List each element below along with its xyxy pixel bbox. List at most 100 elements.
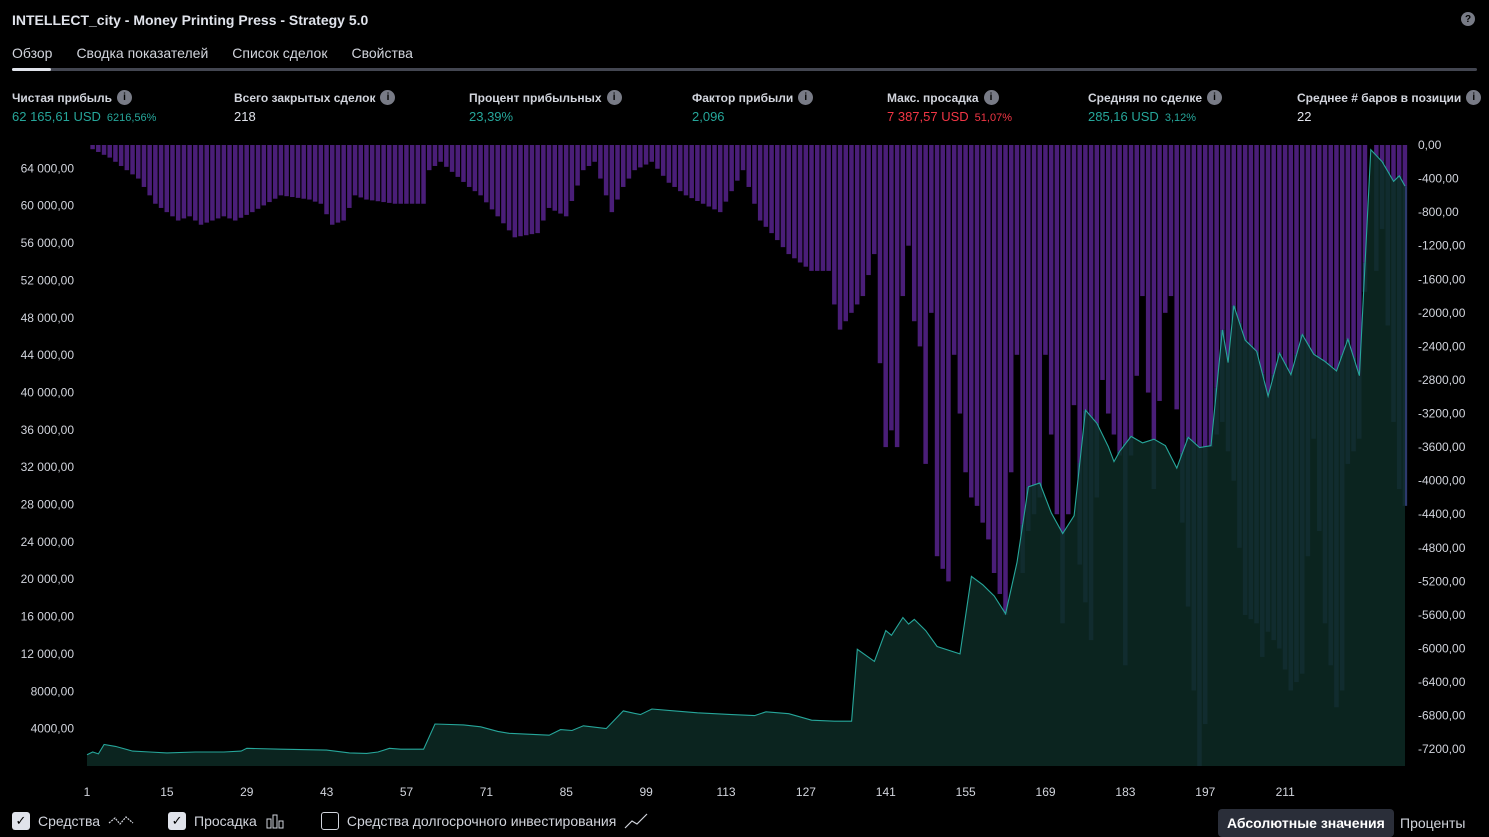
drawdown-bar (900, 145, 906, 297)
metric-sub-value: 3,12% (1164, 112, 1197, 124)
drawdown-bar (1185, 145, 1191, 438)
drawdown-bar (563, 145, 569, 217)
info-icon[interactable]: i (606, 90, 622, 105)
drawdown-bar (364, 145, 369, 200)
trend-line-icon (624, 813, 648, 829)
drawdown-bar (814, 145, 820, 271)
metric-profit-factor: Фактор прибыли i 2,096 (692, 90, 814, 124)
drawdown-bar (1260, 145, 1265, 374)
drawdown-bar (569, 145, 575, 201)
drawdown-bar (1077, 145, 1082, 463)
x-axis-tick: 155 (956, 785, 976, 799)
drawdown-bar (700, 145, 706, 204)
drawdown-bar (598, 145, 603, 179)
drawdown-bar (1174, 145, 1179, 410)
info-icon[interactable]: i (1207, 90, 1223, 105)
drawdown-bar (455, 145, 461, 177)
tab-trade-list[interactable]: Список сделок (232, 45, 327, 61)
drawdown-bar (478, 145, 483, 196)
right-axis-tick: -400,00 (1418, 172, 1459, 186)
metric-value: 7 387,57 USD (887, 109, 969, 124)
right-axis-tick: -2000,00 (1418, 306, 1466, 320)
tab-performance-summary[interactable]: Сводка показателей (76, 45, 208, 61)
drawdown-bar (706, 145, 712, 207)
metric-avg-bars-in-trade: Среднее # баров в позиции i 22 (1297, 90, 1482, 124)
left-axis-tick: 44 000,00 (21, 348, 75, 362)
drawdown-bar (1396, 145, 1402, 176)
metric-value: 23,39% (469, 109, 514, 124)
drawdown-bar (1048, 145, 1054, 435)
checkbox-checked-icon[interactable]: ✓ (168, 812, 187, 830)
drawdown-bar (335, 145, 341, 223)
legend-equity-label: Средства (38, 813, 101, 829)
legend-buy-hold[interactable]: Средства долгосрочного инвестирования (320, 812, 649, 830)
drawdown-bar (318, 145, 324, 204)
drawdown-bar (250, 145, 255, 213)
drawdown-bar (849, 145, 854, 313)
x-axis-tick: 43 (320, 785, 334, 799)
info-icon[interactable]: i (1466, 90, 1482, 105)
info-icon[interactable]: i (380, 90, 396, 105)
drawdown-bar (215, 145, 221, 219)
drawdown-bar (1391, 145, 1396, 182)
drawdown-bar (1163, 145, 1168, 313)
absolute-values-button[interactable]: Абсолютные значения (1218, 809, 1394, 837)
drawdown-bar (1026, 145, 1031, 487)
checkbox-checked-icon[interactable]: ✓ (12, 812, 30, 830)
drawdown-bar (90, 145, 95, 150)
drawdown-bar (769, 145, 774, 234)
percent-values-button[interactable]: Проценты (1391, 809, 1475, 837)
drawdown-bar (198, 145, 204, 225)
drawdown-bar (929, 145, 934, 313)
drawdown-bar (695, 145, 700, 201)
right-axis-tick: -1600,00 (1418, 272, 1466, 286)
chart-legend: ✓ Средства ✓ Просадка Средства долгосроч… (12, 812, 672, 830)
drawdown-bar (1014, 145, 1020, 355)
tab-properties[interactable]: Свойства (351, 45, 412, 61)
drawdown-bar (1145, 145, 1151, 393)
drawdown-bar (238, 145, 244, 218)
drawdown-bar (255, 145, 261, 209)
info-icon[interactable]: i (798, 90, 814, 105)
line-series-icon (108, 816, 134, 825)
drawdown-bar (1231, 145, 1236, 306)
equity-drawdown-chart[interactable]: 64 000,00 60 000,00 56 000,00 52 000,00 48 0… (0, 135, 1489, 805)
drawdown-bar (837, 145, 843, 330)
metric-label: Среднее # баров в позиции (1297, 90, 1462, 105)
drawdown-bar (1003, 145, 1008, 614)
left-axis-tick: 64 000,00 (21, 161, 75, 175)
tab-overview[interactable]: Обзор (12, 45, 52, 61)
drawdown-bar (546, 145, 552, 208)
drawdown-bar (461, 145, 466, 182)
help-icon[interactable]: ? (1461, 12, 1475, 26)
drawdown-bar (352, 145, 358, 196)
drawdown-bar (506, 145, 512, 231)
legend-equity[interactable]: ✓ Средства (12, 812, 134, 830)
drawdown-bar (501, 145, 506, 224)
drawdown-bar (626, 145, 632, 179)
drawdown-bar (638, 145, 643, 168)
drawdown-bar (1071, 145, 1077, 406)
drawdown-bar (187, 145, 192, 217)
drawdown-bar (204, 145, 209, 223)
drawdown-bar (210, 145, 215, 221)
drawdown-bar (866, 145, 871, 276)
drawdown-bar (803, 145, 809, 267)
drawdown-bar (347, 145, 352, 208)
x-axis-tick: 71 (480, 785, 494, 799)
info-icon[interactable]: i (983, 90, 999, 105)
drawdown-bar (666, 145, 672, 183)
drawdown-bar (1271, 145, 1276, 375)
left-axis-tick: 24 000,00 (21, 535, 75, 549)
drawdown-bar (101, 145, 107, 155)
drawdown-bar (495, 145, 500, 217)
drawdown-bar (193, 145, 198, 221)
drawdown-bar (860, 145, 866, 297)
info-icon[interactable]: i (116, 90, 132, 105)
metric-total-closed-trades: Всего закрытых сделок i 218 (234, 90, 396, 124)
drawdown-bar (1277, 145, 1282, 354)
left-axis-tick: 36 000,00 (21, 423, 75, 437)
drawdown-bar (1168, 145, 1174, 297)
legend-drawdown[interactable]: ✓ Просадка (168, 812, 287, 830)
checkbox-unchecked-icon[interactable] (320, 812, 339, 830)
